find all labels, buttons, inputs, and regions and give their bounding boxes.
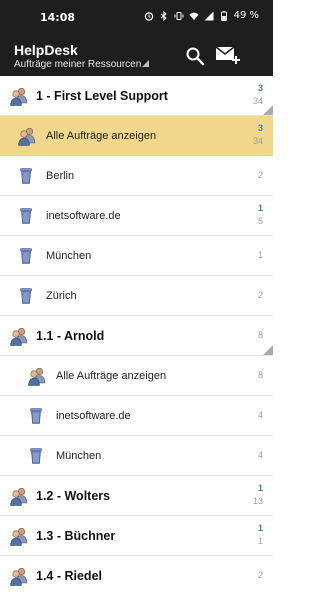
app-title: HelpDesk [14, 42, 78, 58]
location-row[interactable]: München 4 [0, 436, 273, 476]
total-count: 34 [252, 136, 263, 146]
unread-count: 3 [257, 83, 263, 93]
total-count: 4 [257, 410, 263, 420]
row-label: Zürich [46, 290, 77, 302]
group-row[interactable]: 1.2 - Wolters 1 13 [0, 476, 273, 516]
row-label: München [56, 450, 102, 462]
show-all-row[interactable]: Alle Aufträge anzeigen 8 [0, 356, 273, 396]
unread-count: 1 [257, 523, 263, 533]
row-label: inetsoftware.de [56, 410, 131, 422]
status-bar: 14:08 49 % [0, 0, 273, 34]
people-group-icon [17, 126, 37, 151]
battery-icon [219, 10, 229, 21]
ticket-bin-icon [30, 408, 42, 429]
row-label: 1.3 - Büchner [36, 529, 116, 543]
row-label: 1.2 - Wolters [36, 489, 111, 503]
search-button[interactable] [184, 45, 206, 67]
status-time: 14:08 [40, 11, 76, 24]
unread-count: 1 [257, 483, 263, 493]
unread-count: 1 [257, 203, 263, 213]
people-group-icon [9, 486, 29, 511]
group-row[interactable]: 1 - First Level Support 3 34 [0, 76, 273, 116]
location-row[interactable]: Zürich 2 [0, 276, 273, 316]
ticket-bin-icon [20, 208, 32, 229]
total-count: 5 [257, 216, 263, 226]
ticket-bin-icon [30, 448, 42, 469]
total-count: 34 [252, 96, 263, 106]
ticket-bin-icon [20, 288, 32, 309]
row-label: München [46, 250, 92, 262]
total-count: 2 [257, 290, 263, 300]
row-label: inetsoftware.de [46, 210, 121, 222]
ticket-bin-icon [20, 168, 32, 189]
total-count: 4 [257, 450, 263, 460]
battery-percent: 49 % [233, 10, 259, 21]
new-mail-icon [215, 46, 240, 64]
alarm-icon [144, 11, 154, 21]
total-count: 8 [257, 330, 263, 340]
bluetooth-icon [159, 10, 169, 21]
ticket-bin-icon [20, 248, 32, 269]
group-row[interactable]: 1.4 - Riedel 2 [0, 556, 273, 592]
row-label: 1.1 - Arnold [36, 329, 105, 343]
location-row[interactable]: Berlin 2 [0, 156, 273, 196]
people-group-icon [27, 366, 47, 391]
total-count: 1 [257, 536, 263, 546]
total-count: 2 [257, 570, 263, 580]
people-group-icon [9, 86, 29, 111]
status-icons: 49 % [144, 10, 259, 21]
group-row[interactable]: 1.3 - Büchner 1 1 [0, 516, 273, 556]
app-subtitle[interactable]: Aufträge meiner Ressourcen [14, 59, 141, 70]
app-bar: HelpDesk Aufträge meiner Ressourcen [0, 34, 273, 76]
row-label: 1.4 - Riedel [36, 569, 102, 583]
total-count: 2 [257, 170, 263, 180]
group-row[interactable]: 1.1 - Arnold 8 [0, 316, 273, 356]
wifi-icon [189, 11, 199, 21]
ticket-tree-list[interactable]: 1 - First Level Support 3 34 Alle Aufträge … [0, 76, 273, 592]
row-label: 1 - First Level Support [36, 89, 168, 103]
row-label: Alle Aufträge anzeigen [46, 130, 157, 142]
row-label: Alle Aufträge anzeigen [56, 370, 167, 382]
show-all-row[interactable]: Alle Aufträge anzeigen 3 34 [0, 116, 273, 156]
signal-icon [204, 11, 214, 21]
row-label: Berlin [46, 170, 75, 182]
unread-count: 3 [257, 123, 263, 133]
people-group-icon [9, 566, 29, 591]
vibrate-icon [174, 11, 184, 21]
dropdown-caret-icon[interactable] [142, 60, 149, 67]
location-row[interactable]: München 1 [0, 236, 273, 276]
location-row[interactable]: inetsoftware.de 4 [0, 396, 273, 436]
total-count: 1 [257, 250, 263, 260]
people-group-icon [9, 526, 29, 551]
search-icon [186, 47, 205, 66]
expand-corner-icon [263, 345, 273, 355]
location-row[interactable]: inetsoftware.de 1 5 [0, 196, 273, 236]
new-mail-button[interactable] [215, 44, 241, 66]
total-count: 13 [252, 496, 263, 506]
total-count: 8 [257, 370, 263, 380]
expand-corner-icon [263, 105, 273, 115]
people-group-icon [9, 326, 29, 351]
